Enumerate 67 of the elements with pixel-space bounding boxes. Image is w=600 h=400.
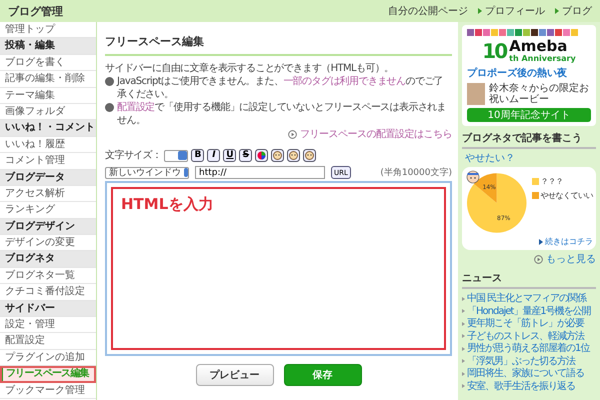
header-link[interactable]: 自分の公開ページ	[388, 4, 468, 18]
question-link[interactable]: やせたい？	[462, 151, 596, 165]
color-palette-icon[interactable]	[255, 149, 268, 162]
page-title: ブログ管理	[8, 4, 63, 18]
sidebar-item[interactable]: ブログを書く	[0, 54, 96, 72]
sidebar-item[interactable]: ブックマーク管理	[0, 382, 96, 399]
news-link[interactable]: 安室、歌手生活を振り返る	[462, 380, 596, 392]
info-icon	[105, 103, 114, 112]
news-link[interactable]: 中国 民主化とマフィアの関係	[462, 293, 596, 304]
news-link[interactable]: 男性が思う萌える部屋着の1位	[462, 343, 596, 354]
emoticon-icon[interactable]	[271, 149, 284, 162]
play-circle-icon	[534, 254, 543, 264]
sidebar-item[interactable]: 配置設定	[0, 333, 96, 350]
sidebar-item[interactable]: ブログネタ一覧	[0, 268, 96, 284]
sidebar-item[interactable]: 設定・管理	[0, 317, 96, 334]
format-button[interactable]: I	[207, 149, 220, 162]
inline-link[interactable]: 一部のタグは利用できません	[283, 76, 406, 87]
character-limit-text: (半角10000文字)	[380, 166, 452, 179]
sidebar-item[interactable]: 記事の編集・削除	[0, 71, 96, 88]
photo-placeholder	[467, 83, 485, 105]
legend-label: ？？？	[540, 176, 563, 187]
ad-headline-link[interactable]: プロポーズ後の熱い夜	[467, 66, 591, 80]
html-input-field[interactable]: HTMLを入力	[105, 181, 452, 356]
news-link[interactable]: 子どものストレス、軽減方法	[462, 330, 596, 342]
logo-subtitle: th Anniversary	[509, 54, 576, 63]
news-link[interactable]: 岡田将生、家族について語る	[462, 368, 596, 380]
font-size-label: 文字サイズ：	[105, 149, 162, 162]
section-heading: ブログネタで記事を書こう	[462, 128, 596, 149]
sidebar-item[interactable]: テーマ編集	[0, 88, 96, 104]
font-size-select[interactable]	[164, 150, 188, 162]
sidebar-item[interactable]: アクセス解析	[0, 186, 96, 202]
sidebar-heading: ブログデータ	[0, 170, 96, 186]
placement-link[interactable]: フリースペースの配置設定はこちら	[288, 127, 452, 141]
format-button[interactable]: S	[239, 149, 252, 162]
section-title: フリースペース編集	[105, 28, 452, 56]
section-heading: ニュース	[462, 268, 596, 289]
format-button[interactable]: B	[191, 149, 204, 162]
note-text: 配置設定で「使用する機能」に設定していないとフリースペースは表示されません。	[117, 101, 448, 127]
info-icon	[105, 77, 114, 86]
note-text: JavaScriptはご使用できません。また、一部のタグは利用できませんのでご了承ください。	[117, 75, 444, 101]
play-circle-icon	[288, 130, 297, 138]
sidebar-heading: ブログデザイン	[0, 218, 96, 236]
see-more-link[interactable]: もっと見る	[534, 252, 596, 266]
format-button[interactable]: U	[223, 149, 236, 162]
news-link[interactable]: 「Hondajet」量産1号機を公開	[462, 306, 596, 317]
emoticon-icon[interactable]	[303, 149, 316, 162]
header-link[interactable]: プロフィール	[478, 4, 545, 18]
sidebar-heading: サイドバー	[0, 300, 96, 318]
header-link[interactable]: ブログ	[555, 4, 592, 18]
ad-text: 鈴木奈々からの限定お祝いムービー	[489, 83, 590, 105]
inline-link[interactable]: 配置設定	[117, 102, 155, 113]
news-link[interactable]: 更年期こそ「筋トレ」が必要	[462, 318, 596, 330]
sidebar-heading: 投稿・編集	[0, 38, 96, 55]
sidebar-item[interactable]: いいね！履歴	[0, 136, 96, 154]
description-text: サイドバーに自由に文章を表示することができます（HTMLも可）。	[105, 62, 395, 75]
emoticon-icon[interactable]	[287, 149, 300, 162]
url-input-field[interactable]: http://	[195, 166, 325, 179]
sidebar-heading: ブログネタ	[0, 251, 96, 268]
continue-link[interactable]: 続きはコチラ	[539, 236, 593, 247]
link-target-select[interactable]: 新しいウインドウ	[105, 166, 189, 178]
logo-name: Ameba	[509, 39, 568, 54]
sidebar-heading: いいね！・コメント	[0, 120, 96, 137]
logo-number: 10	[482, 41, 506, 61]
legend-label: やせなくていい	[540, 190, 593, 201]
preview-button[interactable]: プレビュー	[196, 364, 274, 386]
news-link[interactable]: 「浮気男」ぶった切る方法	[462, 356, 596, 367]
cartoon-face-icon	[466, 170, 480, 184]
